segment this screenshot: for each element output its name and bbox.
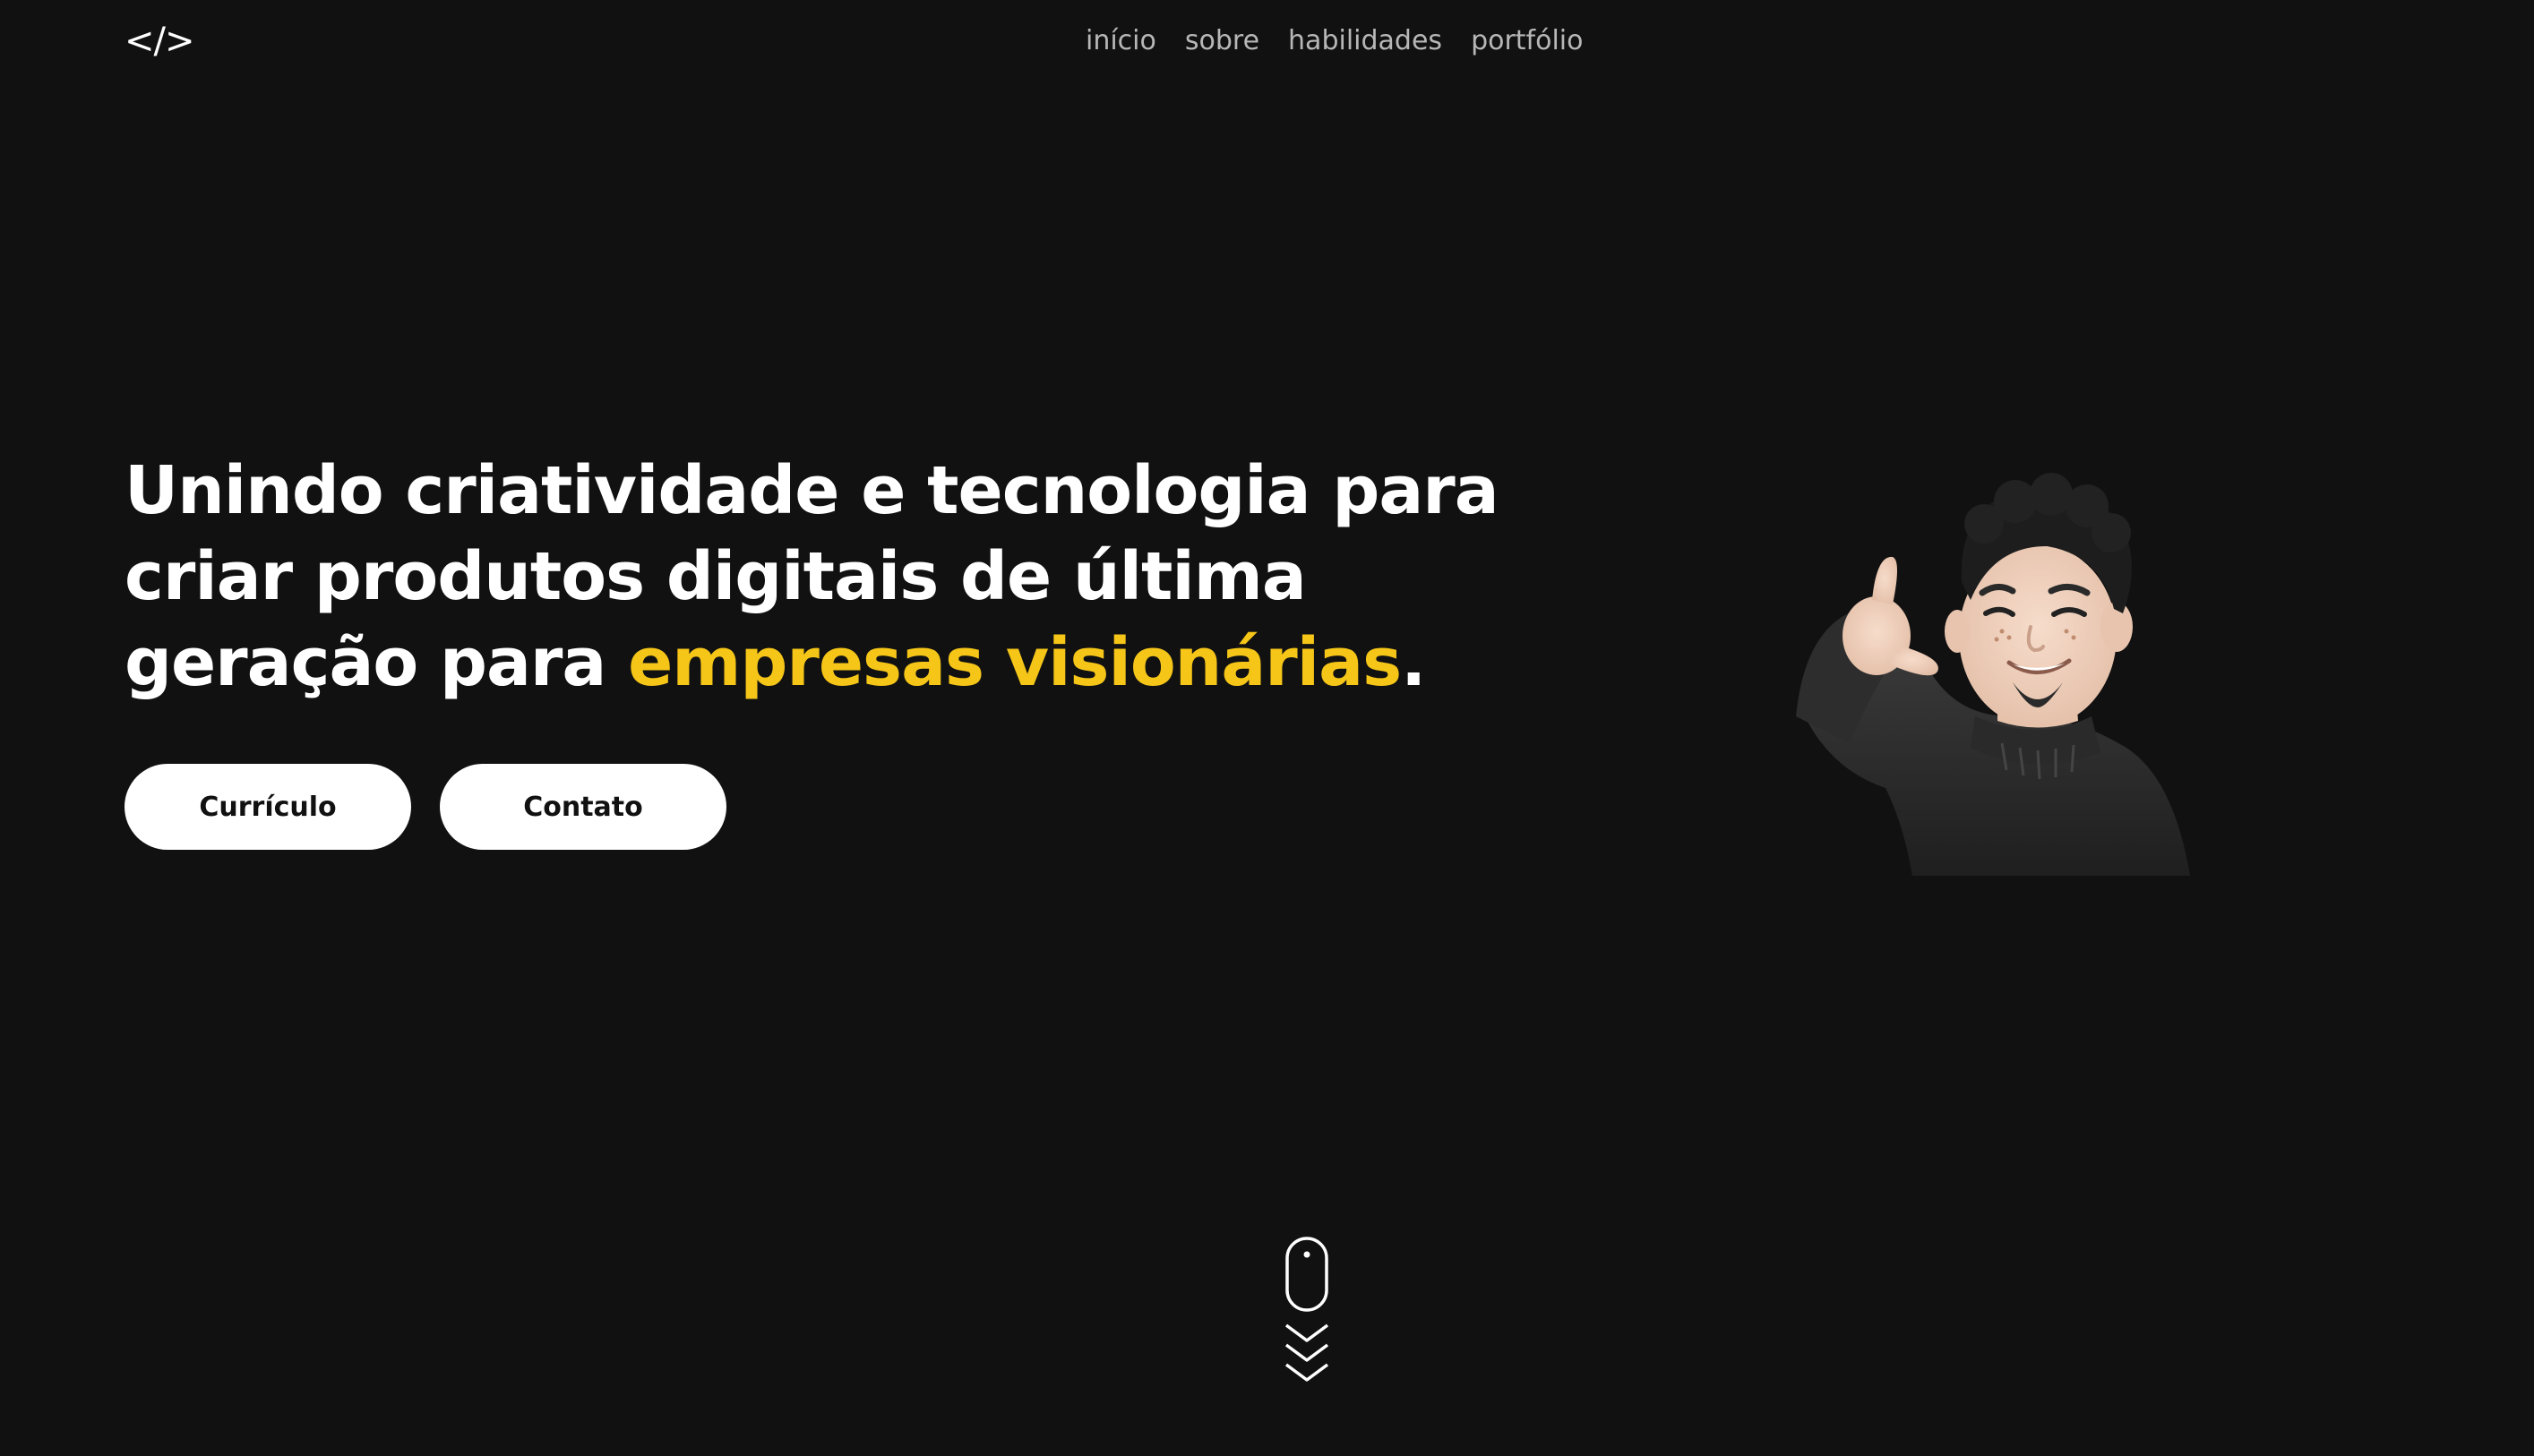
- hero-buttons: Currículo Contato: [125, 764, 726, 850]
- logo[interactable]: </>: [125, 20, 195, 63]
- headline-end: .: [1401, 624, 1426, 701]
- mouse-scroll-icon[interactable]: [1281, 1236, 1333, 1397]
- nav-link-portfolio[interactable]: portfólio: [1471, 21, 1583, 61]
- headline-accent: empresas visionárias: [628, 624, 1402, 701]
- main-nav: início sobre habilidades portfólio: [1086, 21, 1584, 61]
- memoji-avatar: [1796, 473, 2190, 876]
- hero-section: Unindo criatividade e tecnologia para cr…: [125, 448, 1611, 706]
- contact-button[interactable]: Contato: [440, 764, 726, 850]
- resume-button[interactable]: Currículo: [125, 764, 411, 850]
- nav-link-inicio[interactable]: início: [1086, 21, 1156, 61]
- nav-link-sobre[interactable]: sobre: [1185, 21, 1259, 61]
- hero-headline: Unindo criatividade e tecnologia para cr…: [125, 448, 1611, 706]
- nav-link-habilidades[interactable]: habilidades: [1288, 21, 1442, 61]
- page: </> início sobre habilidades portfólio U…: [0, 0, 2534, 1456]
